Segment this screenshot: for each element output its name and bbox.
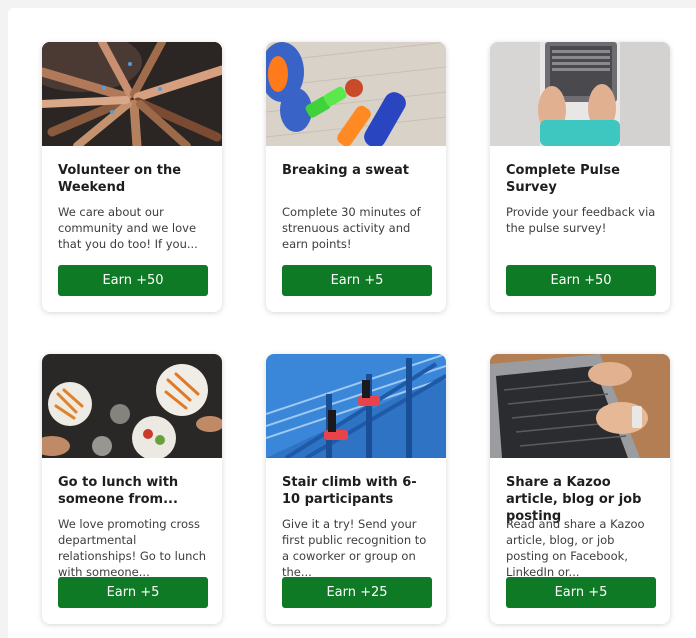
activity-description: We care about our community and we love … (58, 205, 198, 251)
earn-button[interactable]: Earn +50 (506, 265, 656, 296)
activities-panel: Volunteer on the Weekend We care about o… (8, 8, 696, 638)
activity-description: We love promoting cross departmental rel… (58, 517, 207, 579)
activity-card-share-article[interactable]: Share a Kazoo article, blog or job posti… (490, 354, 670, 624)
activity-description: Provide your feedback via the pulse surv… (506, 205, 656, 235)
earn-button[interactable]: Earn +25 (282, 577, 432, 608)
laptop-on-lap-photo (490, 42, 670, 146)
activity-description: Complete 30 minutes of strenuous activit… (282, 205, 421, 251)
activity-title: Go to lunch with someone from... (58, 475, 179, 507)
activity-card-stair-climb[interactable]: Stair climb with 6-10 participants Give … (266, 354, 446, 624)
earn-button[interactable]: Earn +5 (58, 577, 208, 608)
lunch-table-photo (42, 354, 222, 458)
activity-title: Complete Pulse Survey (506, 163, 620, 195)
activity-description: Read and share a Kazoo article, blog, or… (506, 517, 645, 579)
activity-card-lunch[interactable]: Go to lunch with someone from... We love… (42, 354, 222, 624)
activity-title: Stair climb with 6-10 participants (282, 475, 417, 507)
stair-climb-photo (266, 354, 446, 458)
activity-title: Breaking a sweat (282, 163, 409, 178)
activity-card-breaking-a-sweat[interactable]: Breaking a sweat Complete 30 minutes of … (266, 42, 446, 312)
hands-together-photo (42, 42, 222, 146)
typing-on-laptop-photo (490, 354, 670, 458)
activity-card-grid: Volunteer on the Weekend We care about o… (42, 42, 670, 624)
earn-button[interactable]: Earn +5 (282, 265, 432, 296)
activity-description: Give it a try! Send your first public re… (282, 517, 427, 579)
activity-card-volunteer[interactable]: Volunteer on the Weekend We care about o… (42, 42, 222, 312)
activity-card-pulse-survey[interactable]: Complete Pulse Survey Provide your feedb… (490, 42, 670, 312)
earn-button[interactable]: Earn +5 (506, 577, 656, 608)
sneakers-dumbbells-bottles-photo (266, 42, 446, 146)
earn-button[interactable]: Earn +50 (58, 265, 208, 296)
activity-title: Volunteer on the Weekend (58, 163, 182, 195)
